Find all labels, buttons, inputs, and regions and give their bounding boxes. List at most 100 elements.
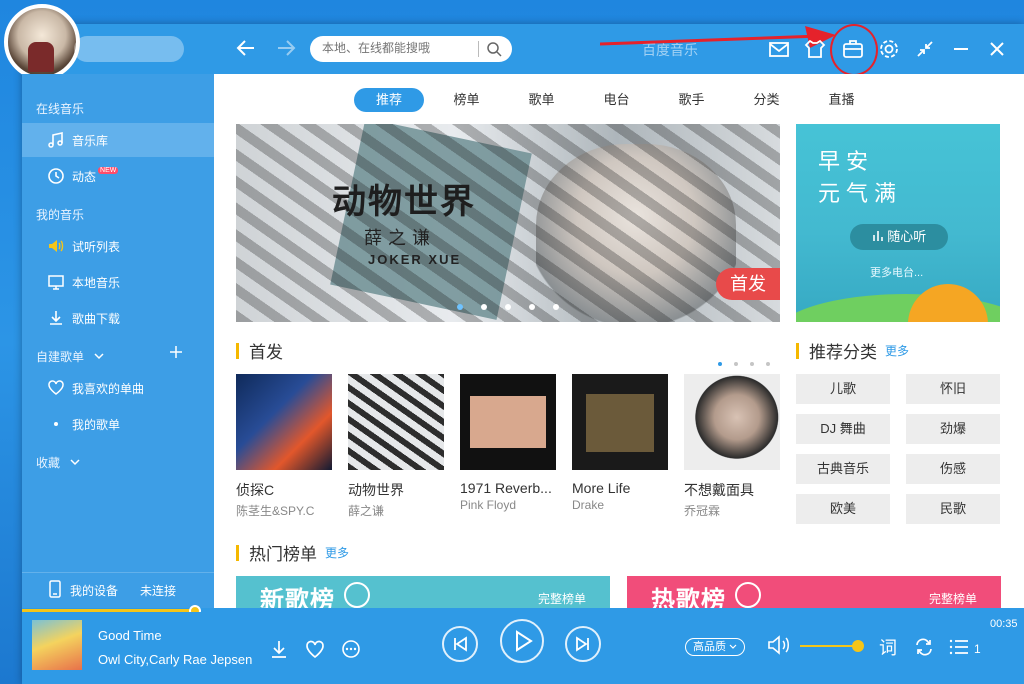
album-cover[interactable] [460,374,556,470]
mini-mode-icon[interactable] [912,36,938,62]
category-button[interactable]: 劲爆 [906,414,1000,444]
album-artist[interactable]: Drake [572,498,668,512]
album-card[interactable]: 不想戴面具 乔冠霖 [684,374,780,519]
play-icon[interactable] [500,619,544,663]
more-link[interactable]: 更多 [325,544,349,561]
album-name[interactable]: 1971 Reverb... [460,480,556,496]
now-playing-cover[interactable] [32,620,82,670]
category-button[interactable]: 古典音乐 [796,454,890,484]
minimize-icon[interactable] [948,36,974,62]
previous-track-icon[interactable] [442,626,478,662]
chart-card-new[interactable]: 新歌榜 完整榜单 [236,576,610,608]
album-artist[interactable]: 陈茎生&SPY.C [236,502,332,519]
carousel-dot[interactable] [481,304,487,310]
playlist-queue-icon[interactable] [948,636,970,658]
album-cover[interactable] [572,374,668,470]
pager-dot[interactable] [734,362,738,366]
gear-icon[interactable] [876,36,902,62]
pager-dot[interactable] [766,362,770,366]
device-bar[interactable]: 我的设备 未连接 [22,572,214,608]
album-card[interactable]: More Life Drake [572,374,668,519]
lyrics-toggle[interactable]: 词 [879,634,897,660]
search-input[interactable] [322,41,482,55]
album-name[interactable]: 不想戴面具 [684,480,780,500]
carousel-dot[interactable] [553,304,559,310]
album-cover[interactable] [348,374,444,470]
forward-arrow-icon[interactable] [274,36,298,65]
full-chart-link[interactable]: 完整榜单 [929,590,977,607]
sidebar: 在线音乐 音乐库 动态 NEW 我的音乐 试听列表 本地音乐 歌曲下载 自建歌单… [22,74,214,608]
sidebar-section-online: 在线音乐 [36,102,85,116]
chart-card-hot[interactable]: 热歌榜 完整榜单 [627,576,1001,608]
heart-icon[interactable] [304,638,326,660]
skin-icon[interactable] [802,36,828,62]
album-artist[interactable]: Pink Floyd [460,498,556,512]
add-playlist-icon[interactable] [168,344,184,365]
album-cover[interactable] [684,374,780,470]
sidebar-item-liked-songs[interactable]: 我喜欢的单曲 [22,371,214,405]
username-field[interactable] [74,36,184,62]
category-button[interactable]: 怀旧 [906,374,1000,404]
volume-knob[interactable] [852,640,864,652]
volume-icon[interactable] [766,634,789,656]
search-box[interactable] [310,36,512,62]
play-circle-icon[interactable] [735,582,761,608]
album-card[interactable]: 动物世界 薛之谦 [348,374,444,519]
radio-banner[interactable]: 早安 元气满 随心听 更多电台... [796,124,1000,322]
album-artist[interactable]: 薛之谦 [348,502,444,519]
sidebar-section-collect[interactable]: 收藏 [36,454,81,471]
more-options-icon[interactable] [340,638,362,660]
album-card[interactable]: 1971 Reverb... Pink Floyd [460,374,556,519]
sidebar-item-local-music[interactable]: 本地音乐 [22,265,214,299]
volume-slider[interactable] [800,645,858,647]
album-cover[interactable] [236,374,332,470]
carousel-dot[interactable] [505,304,511,310]
banner-sun [908,284,988,322]
now-playing-title[interactable]: Good Time [98,628,162,643]
category-button[interactable]: 伤感 [906,454,1000,484]
close-icon[interactable] [984,36,1010,62]
sidebar-item-my-playlist[interactable]: 我的歌单 [22,407,214,441]
hero-banner[interactable]: 动物世界 薛之谦 JOKER XUE 首发 [236,124,780,322]
quality-selector[interactable]: 高品质 [685,638,745,656]
mail-icon[interactable] [766,36,792,62]
play-circle-icon[interactable] [344,582,370,608]
tab-artists[interactable]: 歌手 [654,88,729,112]
tab-playlists[interactable]: 歌单 [504,88,579,112]
category-button[interactable]: 欧美 [796,494,890,524]
carousel-dot[interactable] [457,304,463,310]
sidebar-item-trial-list[interactable]: 试听列表 [22,229,214,263]
full-chart-link[interactable]: 完整榜单 [538,590,586,607]
random-listen-button[interactable]: 随心听 [850,224,948,250]
album-card[interactable]: 侦探C 陈茎生&SPY.C [236,374,332,519]
sidebar-section-label: 收藏 [36,456,61,470]
album-name[interactable]: 动物世界 [348,480,444,500]
more-radio-link[interactable]: 更多电台... [870,264,923,280]
album-name[interactable]: More Life [572,480,668,496]
carousel-dot[interactable] [529,304,535,310]
user-avatar[interactable] [4,4,80,80]
search-icon[interactable] [484,39,504,59]
back-arrow-icon[interactable] [234,36,258,65]
tab-radio[interactable]: 电台 [579,88,654,112]
pager-dot[interactable] [750,362,754,366]
repeat-icon[interactable] [913,636,935,658]
download-icon[interactable] [268,638,290,660]
sidebar-item-music-library[interactable]: 音乐库 [22,123,214,157]
tab-live[interactable]: 直播 [804,88,879,112]
tab-recommend[interactable]: 推荐 [354,88,424,112]
next-track-icon[interactable] [565,626,601,662]
sidebar-section-playlists[interactable]: 自建歌单 [36,348,105,365]
sidebar-item-downloads[interactable]: 歌曲下载 [22,301,214,335]
category-button[interactable]: 民歌 [906,494,1000,524]
sidebar-item-dynamic[interactable]: 动态 NEW [22,159,214,193]
tab-categories[interactable]: 分类 [729,88,804,112]
album-name[interactable]: 侦探C [236,480,332,500]
tab-charts[interactable]: 榜单 [429,88,504,112]
category-button[interactable]: 儿歌 [796,374,890,404]
category-button[interactable]: DJ 舞曲 [796,414,890,444]
pager-dot[interactable] [718,362,722,366]
now-playing-artist[interactable]: Owl City,Carly Rae Jepsen [98,652,252,667]
more-link[interactable]: 更多 [885,342,909,359]
album-artist[interactable]: 乔冠霖 [684,502,780,519]
